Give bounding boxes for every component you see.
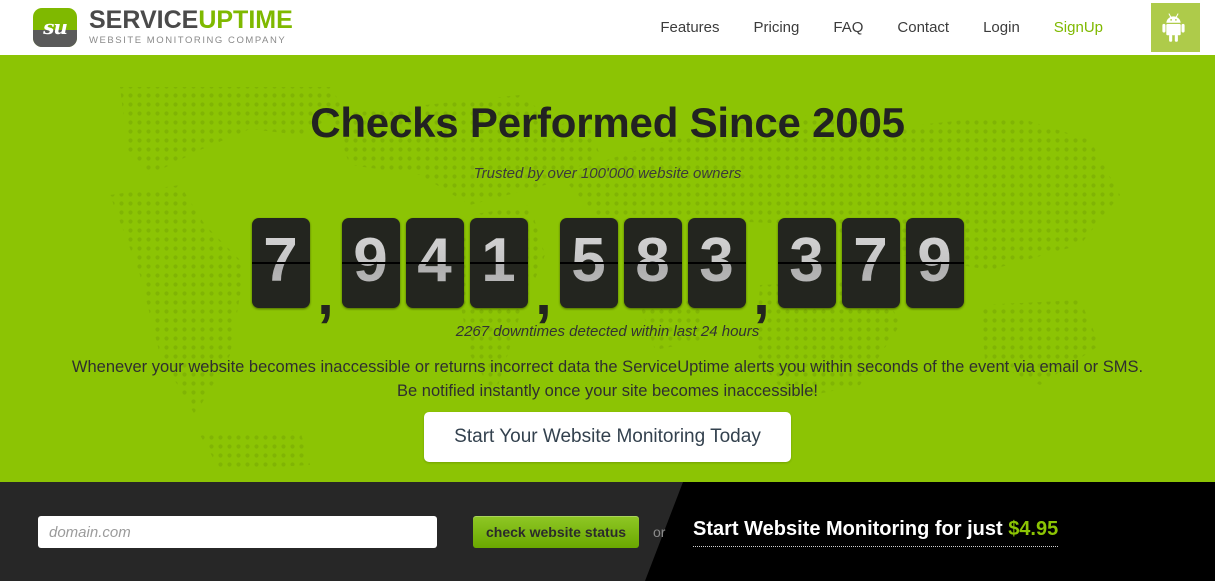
hero-cta-wrap: Start Your Website Monitoring Today — [0, 412, 1215, 462]
nav-item-features[interactable]: Features — [643, 0, 736, 55]
checks-counter: 7 , 9 4 1 , 5 8 3 , 3 7 9 — [0, 218, 1215, 327]
nav-item-signup[interactable]: SignUp — [1037, 0, 1120, 55]
nav-item-faq[interactable]: FAQ — [816, 0, 880, 55]
counter-digit: 9 — [905, 218, 964, 308]
start-monitoring-price-link[interactable]: Start Website Monitoring for just $4.95 — [693, 518, 1059, 547]
logo-wordmark: SERVICEUPTIME — [89, 8, 293, 33]
nav-item-login[interactable]: Login — [966, 0, 1037, 55]
logo-text: SERVICEUPTIME WEBSITE MONITORING COMPANY — [89, 8, 293, 48]
counter-digit: 1 — [469, 218, 528, 308]
counter-digit: 7 — [251, 218, 310, 308]
site-header: su SERVICEUPTIME WEBSITE MONITORING COMP… — [0, 0, 1215, 55]
start-monitoring-button[interactable]: Start Your Website Monitoring Today — [424, 412, 791, 462]
main-navigation: Features Pricing FAQ Contact Login SignU… — [643, 0, 1120, 55]
offer-price: $4.95 — [1008, 518, 1059, 540]
hero-description: Whenever your website becomes inaccessib… — [0, 355, 1215, 403]
counter-digit: 3 — [687, 218, 746, 308]
logo-tagline: WEBSITE MONITORING COMPANY — [89, 35, 287, 46]
logo-word-uptime: UPTIME — [198, 6, 293, 34]
offer-text: Start Website Monitoring for just — [693, 518, 1009, 540]
hero-subtitle: Trusted by over 100'000 website owners — [473, 165, 742, 182]
domain-input[interactable] — [38, 516, 437, 548]
logo-mark-glyph: su — [43, 15, 68, 40]
logo[interactable]: su SERVICEUPTIME WEBSITE MONITORING COMP… — [33, 8, 293, 48]
downtimes-status: 2267 downtimes detected within last 24 h… — [455, 323, 760, 340]
android-app-button[interactable] — [1151, 3, 1200, 52]
counter-digit: 3 — [777, 218, 836, 308]
logo-word-service: SERVICE — [89, 6, 199, 34]
counter-separator: , — [535, 260, 552, 327]
counter-separator: , — [753, 260, 770, 327]
hero-description-line1: Whenever your website becomes inaccessib… — [71, 358, 1144, 376]
or-label: or — [653, 524, 666, 540]
nav-item-pricing[interactable]: Pricing — [737, 0, 817, 55]
android-icon — [1162, 13, 1185, 42]
hero-section: Checks Performed Since 2005 Trusted by o… — [0, 55, 1215, 482]
page-title: Checks Performed Since 2005 — [310, 99, 905, 146]
check-website-status-button[interactable]: check website status — [473, 516, 640, 548]
counter-digit: 7 — [841, 218, 900, 308]
logo-mark-icon: su — [33, 8, 77, 48]
counter-digit: 8 — [623, 218, 682, 308]
hero-description-line2: Be notified instantly once your site bec… — [397, 382, 818, 400]
page-root: su SERVICEUPTIME WEBSITE MONITORING COMP… — [0, 0, 1215, 581]
hero-content: Checks Performed Since 2005 Trusted by o… — [0, 55, 1215, 482]
counter-digit: 9 — [341, 218, 400, 308]
counter-digit: 4 — [405, 218, 464, 308]
counter-digit: 5 — [559, 218, 618, 308]
counter-separator: , — [317, 260, 334, 327]
nav-item-contact[interactable]: Contact — [880, 0, 966, 55]
